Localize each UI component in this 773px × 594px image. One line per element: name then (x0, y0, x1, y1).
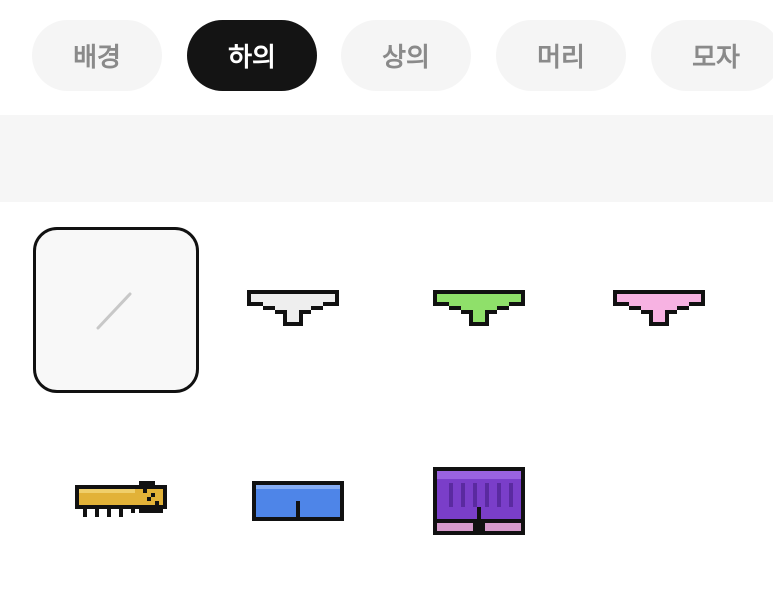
underwear-icon (433, 290, 525, 326)
category-tab-bar: 배경 하의 상의 머리 모자 (0, 0, 773, 112)
item-underwear-green[interactable] (396, 227, 562, 393)
tab-background[interactable]: 배경 (32, 20, 162, 91)
none-slash-icon (96, 292, 132, 330)
long-skirt-icon (433, 467, 525, 535)
subcategory-bar (0, 115, 773, 202)
item-underwear-pink[interactable] (576, 227, 742, 393)
tab-bottoms[interactable]: 하의 (187, 20, 317, 91)
item-grass-skirt-gold[interactable] (38, 418, 204, 584)
tab-hat[interactable]: 모자 (651, 20, 773, 91)
shorts-icon (252, 481, 344, 521)
tab-tops[interactable]: 상의 (341, 20, 471, 91)
underwear-icon (247, 290, 339, 326)
underwear-icon (613, 290, 705, 326)
grass-skirt-icon (75, 481, 167, 517)
tab-hair[interactable]: 머리 (496, 20, 626, 91)
item-none[interactable] (33, 227, 199, 393)
item-long-skirt-purple[interactable] (396, 418, 562, 584)
item-underwear-white[interactable] (210, 227, 376, 393)
item-shorts-blue[interactable] (215, 418, 381, 584)
